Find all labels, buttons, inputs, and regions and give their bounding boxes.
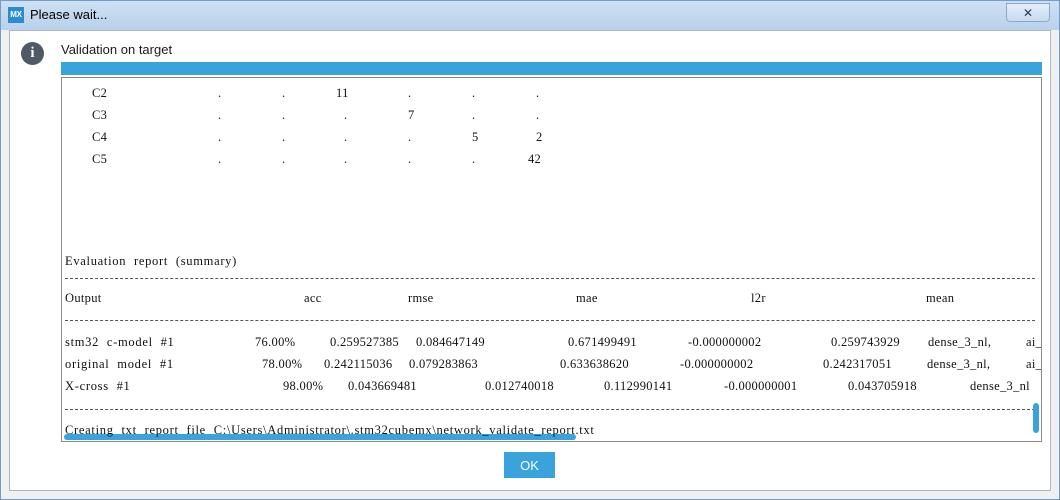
matrix-row-label: C5 [92, 152, 108, 166]
matrix-cell: 5 [472, 130, 479, 144]
matrix-cell: . [536, 108, 540, 122]
separator [65, 409, 1035, 410]
summary-cell: 0.043669481 [348, 379, 417, 393]
progress-bar [61, 62, 1042, 75]
separator [65, 320, 1035, 321]
matrix-cell: . [344, 152, 348, 166]
matrix-cell: . [472, 108, 476, 122]
summary-cell: dense_3_nl, [928, 335, 992, 349]
summary-cell: dense_3_nl [970, 379, 1030, 393]
summary-cell: 0.079283863 [409, 357, 478, 371]
header-acc: acc [304, 291, 322, 305]
header-l2r: l2r [751, 291, 766, 305]
summary-cell: 0.259527385 [330, 335, 399, 349]
summary-cell: 78.00% [262, 357, 303, 371]
title-bar[interactable]: MX Please wait... ✕ [1, 1, 1059, 30]
summary-cell: 98.00% [283, 379, 324, 393]
summary-cell: 0.242317051 [823, 357, 892, 371]
matrix-cell: . [472, 152, 476, 166]
summary-cell: dense_3_nl, [927, 357, 991, 371]
header-mae: mae [576, 291, 598, 305]
matrix-cell: . [472, 86, 476, 100]
summary-row-name: stm32 c-model #1 [65, 335, 175, 349]
report-file-line: Creating txt report file C:\Users\Admini… [65, 423, 595, 437]
header-output: Output [65, 291, 102, 305]
close-button[interactable]: ✕ [1006, 3, 1050, 22]
separator [65, 278, 1035, 279]
summary-cell: 0.633638620 [560, 357, 629, 371]
matrix-cell: . [218, 130, 222, 144]
matrix-cell: . [218, 86, 222, 100]
ok-button[interactable]: OK [504, 452, 555, 478]
summary-cell: 76.00% [255, 335, 296, 349]
matrix-row-label: C4 [92, 130, 108, 144]
eval-title: Evaluation report (summary) [65, 254, 237, 268]
matrix-cell: . [282, 86, 286, 100]
progress-fill [61, 62, 1042, 75]
header-mean: mean [926, 291, 955, 305]
matrix-row-label: C3 [92, 108, 108, 122]
matrix-cell: . [218, 108, 222, 122]
summary-cell: 0.671499491 [568, 335, 637, 349]
summary-cell: 0.043705918 [848, 379, 917, 393]
summary-cell: 0.259743929 [831, 335, 900, 349]
header-rmse: rmse [408, 291, 434, 305]
matrix-cell: . [282, 108, 286, 122]
log-console[interactable]: Evaluation report (summary) Output acc r… [61, 77, 1042, 442]
matrix-cell: 7 [408, 108, 415, 122]
matrix-cell: 11 [336, 86, 349, 100]
summary-row-name: original model #1 [65, 357, 174, 371]
summary-cell: ai_ [1026, 357, 1042, 371]
summary-cell: 0.112990141 [604, 379, 673, 393]
matrix-cell: . [408, 86, 412, 100]
matrix-row-label: C2 [92, 86, 108, 100]
matrix-cell: . [344, 130, 348, 144]
summary-cell: -0.000000002 [688, 335, 762, 349]
window-title: Please wait... [30, 7, 108, 22]
matrix-cell: 42 [528, 152, 542, 166]
summary-cell: -0.000000001 [724, 379, 798, 393]
matrix-cell: . [408, 152, 412, 166]
matrix-cell: . [408, 130, 412, 144]
summary-row-name: X-cross #1 [65, 379, 131, 393]
matrix-cell: . [536, 86, 540, 100]
matrix-cell: . [218, 152, 222, 166]
app-logo-icon: MX [8, 7, 24, 23]
dialog-heading: Validation on target [61, 42, 173, 57]
matrix-cell: . [282, 130, 286, 144]
matrix-cell: 2 [536, 130, 543, 144]
matrix-cell: . [282, 152, 286, 166]
summary-cell: 0.084647149 [416, 335, 485, 349]
summary-cell: 0.012740018 [485, 379, 554, 393]
summary-cell: -0.000000002 [680, 357, 754, 371]
info-icon: i [21, 42, 44, 65]
vertical-scrollbar-thumb[interactable] [1033, 403, 1039, 433]
summary-cell: ai_ [1026, 335, 1042, 349]
matrix-cell: . [344, 108, 348, 122]
summary-cell: 0.242115036 [324, 357, 393, 371]
